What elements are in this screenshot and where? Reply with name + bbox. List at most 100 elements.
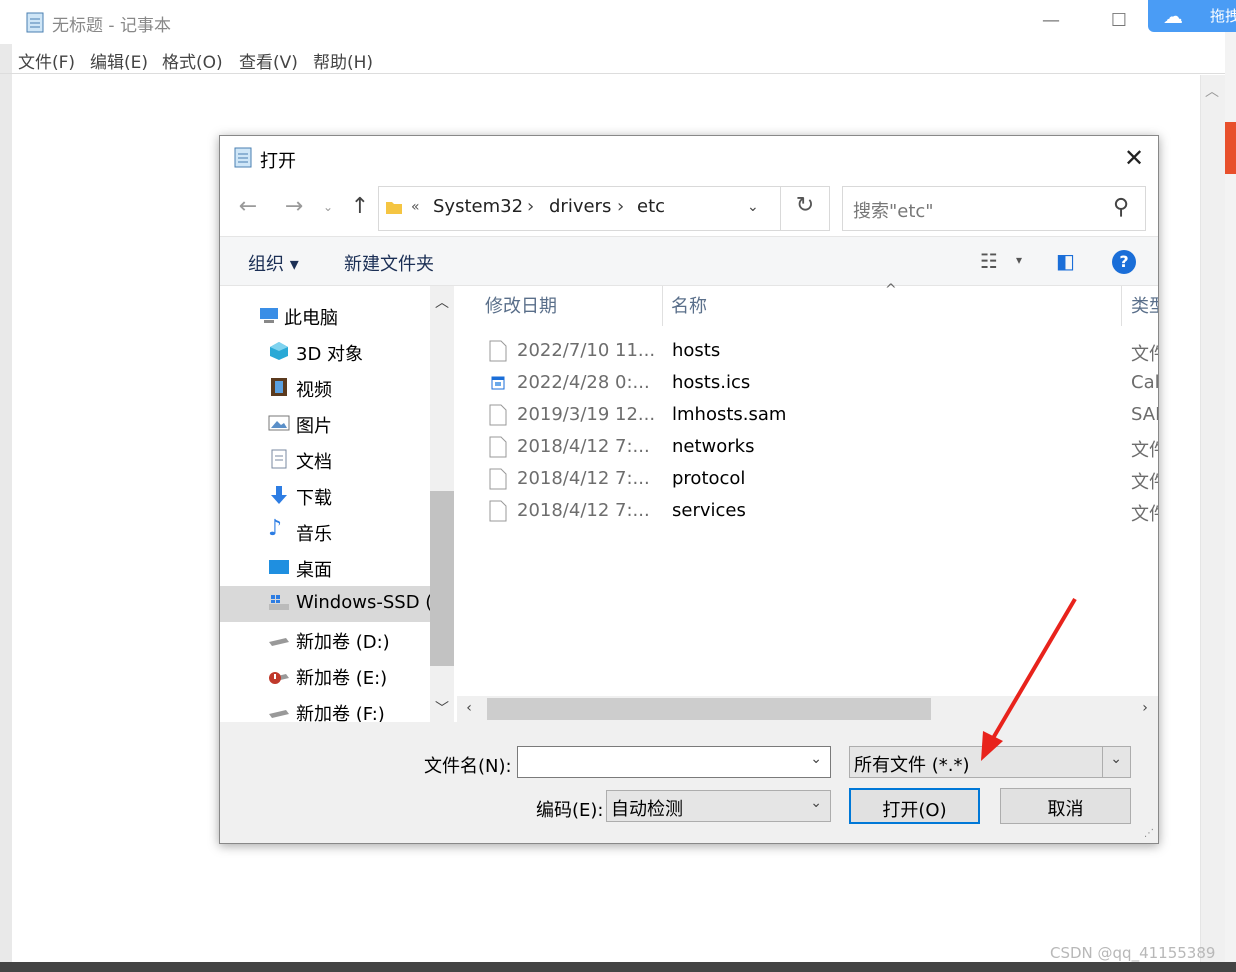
- drive-icon: [268, 700, 290, 722]
- menu-view[interactable]: 查看(V): [239, 48, 298, 73]
- music-note-icon: ♪: [268, 516, 283, 541]
- scroll-right-icon[interactable]: ›: [1135, 700, 1155, 716]
- nav-item-drive-e[interactable]: 新加卷 (E:): [220, 658, 430, 694]
- recent-locations-chevron-icon[interactable]: ⌄: [316, 200, 340, 228]
- notepad-menubar: 文件(F) 编辑(E) 格式(O) 查看(V) 帮助(H): [0, 44, 1225, 74]
- help-icon[interactable]: ?: [1112, 250, 1136, 274]
- column-header-name[interactable]: 名称: [671, 292, 707, 336]
- file-row-protocol[interactable]: 2018/4/12 7:... protocol 文件: [457, 464, 1158, 496]
- resize-grip-icon[interactable]: ⋰: [1144, 828, 1154, 839]
- file-type-value: 所有文件 (*.*): [854, 755, 970, 776]
- back-arrow-icon[interactable]: ←: [236, 194, 260, 222]
- badge-text: 拖拽: [1210, 7, 1236, 25]
- breadcrumb-chevron-icon[interactable]: ›: [617, 196, 624, 217]
- file-row-hosts[interactable]: 2022/7/10 11... hosts 文件: [457, 336, 1158, 368]
- address-overflow[interactable]: «: [411, 199, 420, 215]
- menu-help[interactable]: 帮助(H): [313, 48, 373, 73]
- file-row-lmhosts-sam[interactable]: 2019/3/19 12... lmhosts.sam SAI: [457, 400, 1158, 432]
- up-arrow-icon[interactable]: ↑: [348, 194, 372, 222]
- nav-label: 3D 对象: [296, 344, 364, 365]
- desktop-icon: [268, 556, 290, 578]
- nav-label: 视频: [296, 380, 332, 401]
- notepad-icon: [26, 12, 44, 33]
- new-folder-button[interactable]: 新建文件夹: [344, 250, 434, 276]
- navigation-bar: ← → ⌄ ↑ « System32 › drivers › etc ⌄ ↻ 搜…: [220, 180, 1158, 236]
- view-dropdown-icon[interactable]: ▾: [1016, 253, 1022, 267]
- file-name: networks: [672, 436, 755, 457]
- navigation-scrollbar[interactable]: ︿ ﹀: [430, 286, 454, 722]
- navigation-pane: 此电脑 3D 对象 视频 图片 文档 下载 ♪ 音乐 桌面 Windows-SS…: [220, 286, 454, 725]
- command-bar: 组织 ▾ 新建文件夹 ☷ ▾ ◧ ?: [220, 236, 1158, 286]
- cloud-upload-badge[interactable]: ☁ 拖拽: [1148, 0, 1236, 32]
- open-button[interactable]: 打开(O): [849, 788, 980, 824]
- address-dropdown-icon[interactable]: ⌄: [747, 199, 759, 215]
- file-row-services[interactable]: 2018/4/12 7:... services 文件: [457, 496, 1158, 528]
- organize-menu[interactable]: 组织 ▾: [248, 250, 299, 276]
- scroll-up-icon[interactable]: ︿: [1205, 81, 1219, 101]
- scroll-left-icon[interactable]: ‹: [459, 700, 479, 716]
- refresh-button[interactable]: ↻: [780, 186, 830, 231]
- search-box[interactable]: 搜索"etc" ⚲: [842, 186, 1146, 231]
- menu-format[interactable]: 格式(O): [162, 48, 223, 73]
- background-red-tab: [1225, 122, 1236, 174]
- encoding-select[interactable]: 自动检测 ⌄: [606, 790, 831, 822]
- column-divider[interactable]: [1121, 286, 1122, 326]
- address-segment-drivers[interactable]: drivers: [549, 196, 611, 217]
- file-type: Cal: [1131, 372, 1158, 393]
- close-icon[interactable]: ✕: [1120, 144, 1148, 172]
- chevron-down-icon[interactable]: ⌄: [810, 795, 822, 811]
- nav-item-pictures[interactable]: 图片: [220, 406, 430, 442]
- scroll-down-icon[interactable]: ﹀: [430, 698, 454, 718]
- file-row-networks[interactable]: 2018/4/12 7:... networks 文件: [457, 432, 1158, 464]
- watermark: CSDN @qq_41155389: [1050, 944, 1216, 962]
- notepad-scrollbar[interactable]: ︿: [1200, 75, 1225, 963]
- refresh-icon: ↻: [795, 193, 815, 218]
- nav-item-this-pc[interactable]: 此电脑: [220, 298, 430, 334]
- file-name: hosts.ics: [672, 372, 751, 393]
- file-type: 文件: [1131, 504, 1158, 525]
- notepad-titlebar: 无标题 - 记事本 — ☐: [0, 0, 1225, 44]
- column-header-type[interactable]: 类型: [1131, 292, 1158, 336]
- nav-label: 新加卷 (D:): [296, 632, 390, 653]
- nav-label: 新加卷 (E:): [296, 668, 388, 689]
- column-divider[interactable]: [662, 286, 663, 326]
- scroll-up-icon[interactable]: ︿: [430, 292, 454, 312]
- file-icon: [489, 436, 507, 458]
- view-options-icon[interactable]: ☷: [980, 249, 998, 273]
- nav-item-desktop[interactable]: 桌面: [220, 550, 430, 586]
- sort-ascending-icon: ^: [885, 282, 897, 298]
- nav-item-downloads[interactable]: 下载: [220, 478, 430, 514]
- scroll-thumb[interactable]: [430, 491, 454, 666]
- address-segment-system32[interactable]: System32: [433, 196, 523, 217]
- forward-arrow-icon[interactable]: →: [282, 194, 306, 222]
- chevron-down-icon[interactable]: ⌄: [810, 751, 822, 767]
- folder-icon: [386, 202, 402, 214]
- picture-icon: [268, 412, 290, 434]
- file-row-hosts-ics[interactable]: 2022/4/28 0:... hosts.ics Cal: [457, 368, 1158, 400]
- search-icon[interactable]: ⚲: [1113, 195, 1129, 220]
- cancel-button[interactable]: 取消: [1000, 788, 1131, 824]
- breadcrumb-chevron-icon[interactable]: ›: [527, 196, 534, 217]
- nav-item-documents[interactable]: 文档: [220, 442, 430, 478]
- nav-item-3d-objects[interactable]: 3D 对象: [220, 334, 430, 370]
- chevron-down-icon[interactable]: ⌄: [1110, 751, 1122, 767]
- maximize-button[interactable]: ☐: [1104, 10, 1134, 34]
- encoding-value: 自动检测: [611, 799, 683, 820]
- menu-edit[interactable]: 编辑(E): [90, 48, 148, 73]
- address-bar[interactable]: « System32 › drivers › etc ⌄: [378, 186, 830, 231]
- nav-item-windows-ssd[interactable]: Windows-SSD (: [220, 586, 432, 622]
- minimize-button[interactable]: —: [1036, 10, 1066, 34]
- search-input[interactable]: 搜索"etc": [853, 197, 934, 223]
- file-date: 2019/3/19 12...: [517, 404, 656, 425]
- filename-input[interactable]: ⌄: [517, 746, 831, 778]
- windows-drive-icon: [268, 592, 290, 614]
- menu-file[interactable]: 文件(F): [18, 48, 75, 73]
- encoding-label: 编码(E):: [536, 800, 604, 821]
- column-header-modified[interactable]: 修改日期: [485, 292, 557, 336]
- preview-pane-icon[interactable]: ◧: [1056, 249, 1075, 273]
- nav-item-videos[interactable]: 视频: [220, 370, 430, 406]
- nav-item-music[interactable]: ♪ 音乐: [220, 514, 430, 550]
- scroll-thumb[interactable]: [487, 698, 931, 720]
- nav-item-drive-d[interactable]: 新加卷 (D:): [220, 622, 430, 658]
- address-segment-etc[interactable]: etc: [637, 196, 665, 217]
